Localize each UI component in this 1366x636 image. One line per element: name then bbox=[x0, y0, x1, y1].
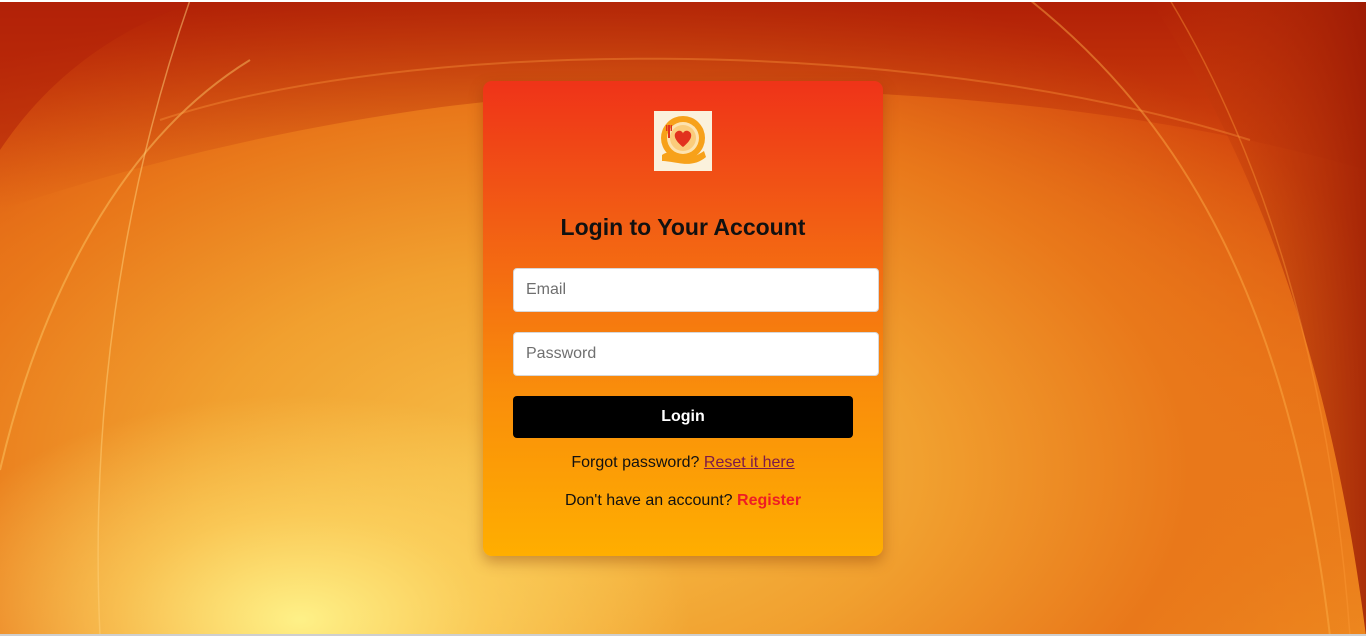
register-line: Don't have an account? Register bbox=[483, 492, 883, 510]
heart-plate-hand-icon bbox=[654, 111, 712, 171]
no-account-text: Don't have an account? bbox=[564, 492, 733, 509]
reset-password-link[interactable]: Reset it here bbox=[704, 454, 795, 471]
register-link[interactable]: Register bbox=[737, 492, 801, 509]
email-field[interactable] bbox=[513, 268, 879, 312]
page-title: Login to Your Account bbox=[560, 214, 806, 240]
forgot-password-text: Forgot password? bbox=[571, 454, 700, 471]
login-button[interactable]: Login bbox=[513, 396, 853, 438]
login-card: Login to Your Account Login Forgot passw… bbox=[483, 81, 883, 556]
password-field[interactable] bbox=[513, 332, 879, 376]
forgot-password-line: Forgot password? Reset it here bbox=[483, 454, 883, 472]
